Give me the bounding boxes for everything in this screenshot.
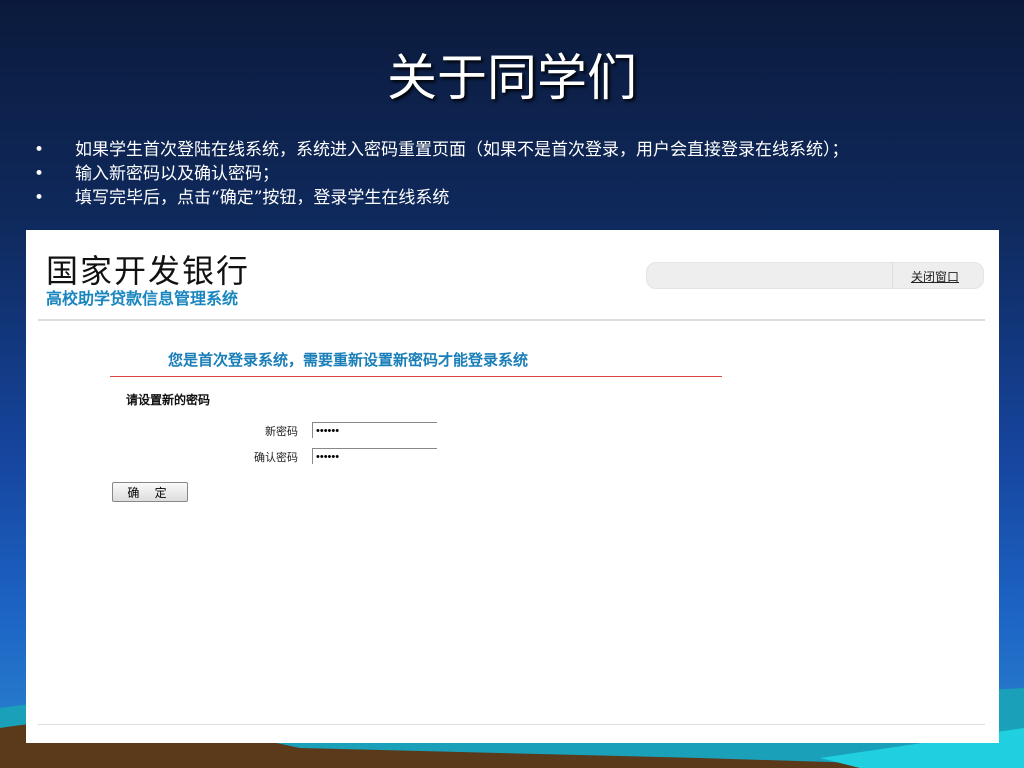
- divider: [38, 724, 985, 725]
- close-window-link[interactable]: 关闭窗口: [911, 268, 959, 285]
- slide-title: 关于同学们: [387, 49, 637, 107]
- bullet-list: • 如果学生首次登陆在线系统，系统进入密码重置页面（如果不是首次登录，用户会直接登…: [34, 138, 849, 210]
- confirm-button[interactable]: 确 定: [112, 482, 188, 502]
- bullet-item: • 如果学生首次登陆在线系统，系统进入密码重置页面（如果不是首次登录，用户会直接登…: [34, 140, 849, 160]
- system-name: 高校助学贷款信息管理系统: [46, 289, 239, 308]
- divider: [38, 319, 985, 321]
- top-toolbar: 关闭窗口: [646, 262, 984, 289]
- new-password-input[interactable]: [312, 422, 437, 438]
- confirm-password-input[interactable]: [312, 448, 437, 464]
- divider: [892, 263, 893, 288]
- new-password-label: 新密码: [265, 425, 298, 438]
- divider: [110, 376, 722, 377]
- first-login-notice: 您是首次登录系统，需要重新设置新密码才能登录系统: [168, 351, 529, 369]
- bullet-item: • 填写完毕后，点击“确定”按钮，登录学生在线系统: [34, 188, 450, 208]
- confirm-password-label: 确认密码: [254, 451, 298, 464]
- section-heading: 请设置新的密码: [126, 393, 211, 407]
- bullet-item: • 输入新密码以及确认密码；: [34, 164, 279, 184]
- screenshot-password-reset: 国家开发银行 高校助学贷款信息管理系统 关闭窗口 您是首次登录系统，需要重新设置…: [26, 230, 999, 743]
